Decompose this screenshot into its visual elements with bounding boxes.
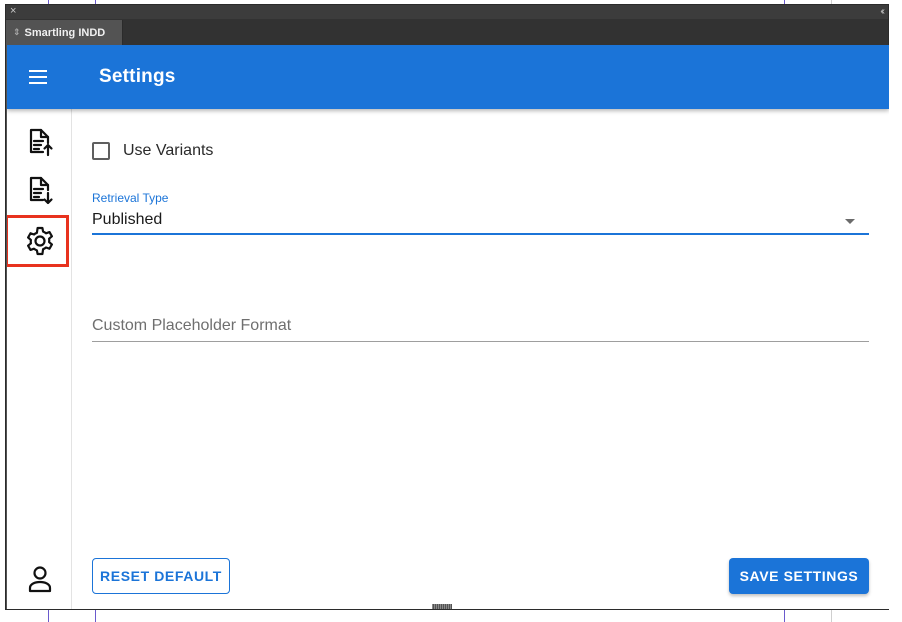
plugin-panel: × ‹‹ ⇕ Smartling INDD Settings Use Varia…: [5, 4, 889, 610]
app-container: Settings Use Variants Retrieval Type Pub…: [7, 45, 889, 609]
tab-smartling-indd[interactable]: ⇕ Smartling INDD: [6, 20, 123, 45]
dropdown-arrow-icon: [845, 219, 855, 224]
custom-placeholder-format-placeholder: Custom Placeholder Format: [92, 317, 292, 334]
settings-form: Use Variants Retrieval Type Published Cu…: [73, 109, 889, 609]
page-title: Settings: [99, 66, 176, 87]
retrieval-type-label: Retrieval Type: [92, 191, 169, 205]
custom-placeholder-format-field[interactable]: Custom Placeholder Format: [92, 317, 869, 342]
download-file-icon[interactable]: [24, 174, 56, 206]
retrieval-type-underline: [92, 233, 869, 235]
tab-label: Smartling INDD: [24, 26, 106, 39]
settings-nav-item[interactable]: [7, 215, 69, 267]
gear-icon: [24, 225, 56, 257]
tab-grip-icon: ⇕: [13, 27, 21, 37]
close-panel-button[interactable]: ×: [10, 5, 16, 18]
app-header: Settings: [7, 45, 889, 109]
custom-placeholder-underline: [92, 341, 869, 342]
panel-title-bar: × ‹‹: [6, 5, 888, 19]
sidebar: [7, 109, 72, 609]
use-variants-row[interactable]: Use Variants: [92, 142, 213, 160]
panel-resize-handle[interactable]: [432, 604, 452, 609]
retrieval-type-select[interactable]: Retrieval Type Published: [92, 191, 869, 235]
save-settings-button[interactable]: SAVE SETTINGS: [729, 558, 869, 594]
reset-default-button[interactable]: RESET DEFAULT: [92, 558, 230, 594]
retrieval-type-value: Published: [92, 211, 163, 228]
use-variants-label: Use Variants: [123, 142, 214, 159]
menu-icon[interactable]: [29, 67, 49, 87]
account-icon[interactable]: [24, 563, 56, 595]
upload-file-icon[interactable]: [24, 126, 56, 158]
panel-tab-bar: ⇕ Smartling INDD: [6, 19, 888, 45]
use-variants-checkbox[interactable]: [92, 142, 110, 160]
collapse-panel-button[interactable]: ‹‹: [880, 5, 884, 18]
